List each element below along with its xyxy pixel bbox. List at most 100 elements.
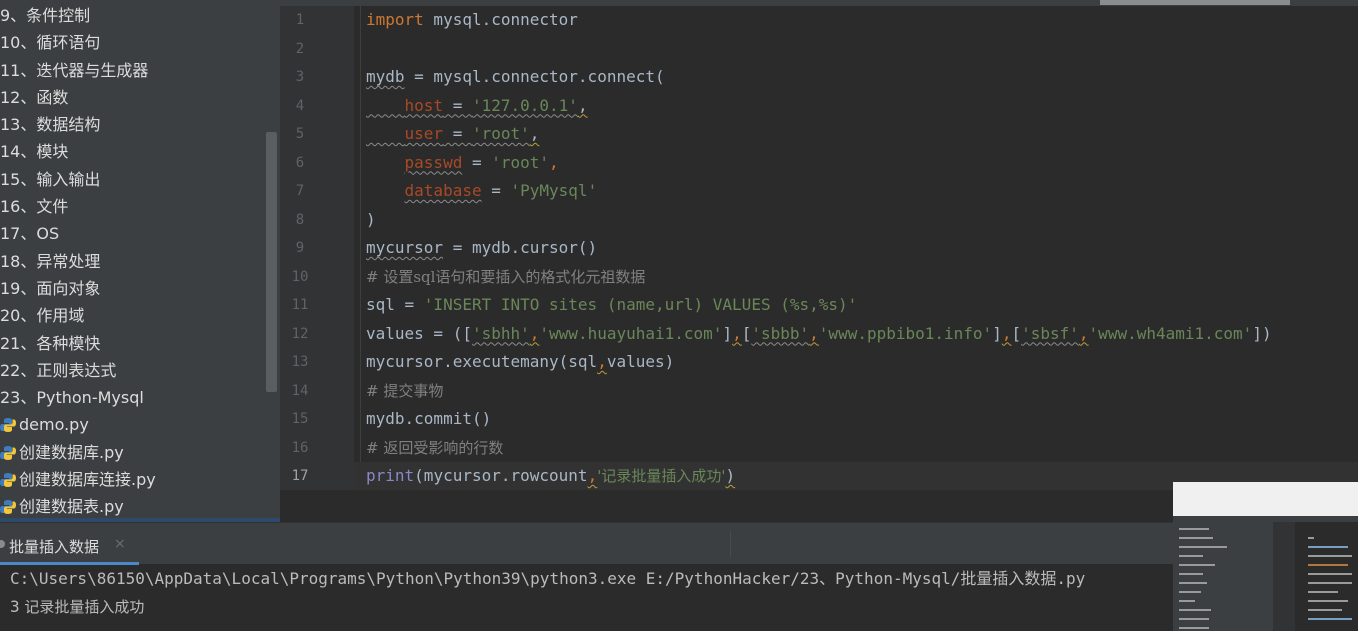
line-number: 14 <box>291 382 309 399</box>
tree-item-folder[interactable]: 14、模块 <box>0 138 265 165</box>
code-line-14[interactable]: # 提交事物 <box>366 377 443 406</box>
code-line-15[interactable]: mydb.commit() <box>366 405 491 434</box>
tree-item-label: 16、文件 <box>0 197 69 217</box>
string-literal: '127.0.0.1' <box>471 95 578 115</box>
thumbnail-line <box>1179 564 1215 566</box>
thumbnail-line <box>1308 618 1352 620</box>
code-line-17[interactable]: print(mycursor.rowcount,'记录批量插入成功') <box>366 462 735 491</box>
code-line-9[interactable]: mycursor = mydb.cursor() <box>366 234 597 263</box>
editor-scroll-thumb[interactable] <box>1100 0 1290 5</box>
code-text: = <box>481 181 511 200</box>
code-line-5[interactable]: user = 'root', <box>366 120 540 149</box>
code-line-11[interactable]: sql = 'INSERT INTO sites (name,url) VALU… <box>366 291 857 320</box>
string-literal: 'www.huayuhai1.com' <box>539 323 723 343</box>
tree-item-folder[interactable]: 21、各种模快 <box>0 330 265 357</box>
tree-item-folder[interactable]: 12、函数 <box>0 84 265 111</box>
thumbnail-line <box>1179 555 1203 557</box>
tree-item-folder[interactable]: 22、正则表达式 <box>0 357 265 384</box>
string-literal: 'www.ppbibo1.info' <box>818 323 993 343</box>
code-editor[interactable]: 1 2 3 4 5 6 7 8 9 10 11 12 13 14 15 16 17 import mysql.c… <box>280 0 1358 522</box>
code-line-12[interactable]: values = (['sbhh','www.huayuhai1.com'],[… <box>366 320 1272 349</box>
thumbnail-line <box>1308 582 1352 584</box>
code-text: ) <box>366 209 376 229</box>
code-line-3[interactable]: mydb = mysql.connector.connect( <box>366 63 665 92</box>
param-database: database <box>404 181 482 200</box>
tree-item-folder[interactable]: 17、OS <box>0 220 265 247</box>
run-tab[interactable]: 批量插入数据 × <box>0 523 139 565</box>
thumbnail-line <box>1179 528 1209 530</box>
code-line-6[interactable]: passwd = 'root', <box>366 149 559 178</box>
code-line-7[interactable]: database = 'PyMysql' <box>366 177 598 206</box>
code-text: sql = <box>366 295 424 314</box>
tree-item-file[interactable]: 创建数据库.py <box>0 439 265 466</box>
thumbnail-line <box>1179 546 1227 548</box>
tree-item-label: 创建数据表.py <box>19 497 124 517</box>
code-line-8[interactable]: ) <box>366 206 376 235</box>
tree-item-file[interactable]: 创建数据表.py <box>0 493 265 520</box>
variable-mydb: mydb <box>366 67 405 86</box>
thumbnail-line <box>1308 609 1342 611</box>
code-text: mydb.commit() <box>366 409 492 428</box>
tree-item-file[interactable]: 创建数据库连接.py <box>0 466 265 493</box>
tree-item-label: 19、面向对象 <box>0 278 101 298</box>
line-number: 12 <box>291 325 309 342</box>
thumbnail-titlebar <box>1173 482 1358 516</box>
string-literal: 'www.wh4ami1.com' <box>1088 323 1253 343</box>
tree-item-label: 18、异常处理 <box>0 251 101 271</box>
output-message: 记录批量插入成功 <box>19 598 145 616</box>
thumbnail-line <box>1179 537 1213 539</box>
python-file-icon <box>0 500 16 515</box>
tree-item-folder[interactable]: 20、作用域 <box>0 302 265 329</box>
code-comment: # 返回受影响的行数 <box>366 438 504 457</box>
tree-item-folder[interactable]: 23、Python-Mysql <box>0 384 265 411</box>
line-number: 17 <box>291 468 309 484</box>
code-text: (mycursor.rowcount <box>414 466 588 485</box>
line-number: 11 <box>291 297 309 313</box>
code-text: = <box>462 152 492 172</box>
param-host: host <box>404 95 444 115</box>
tree-item-folder[interactable]: 10、循环语句 <box>0 29 265 56</box>
thumbnail-line <box>1179 573 1203 575</box>
code-line-4[interactable]: host = '127.0.0.1', <box>366 92 588 121</box>
project-tree: 9、条件控制 10、循环语句 11、迭代器与生成器 12、函数 13、数据结构 14、模块… <box>0 2 265 521</box>
sidebar-scrollbar[interactable] <box>266 132 277 392</box>
code-line-13[interactable]: mycursor.executemany(sql,values) <box>366 348 674 377</box>
code-line-10[interactable]: # 设置sql语句和要插入的格式化元祖数据 <box>366 263 645 292</box>
tree-item-label: 20、作用域 <box>0 306 85 326</box>
tree-item-label: 14、模块 <box>0 142 69 162</box>
line-number: 8 <box>295 211 305 228</box>
line-number: 2 <box>295 40 305 57</box>
tree-item-folder[interactable]: 11、迭代器与生成器 <box>0 57 265 84</box>
tree-item-folder[interactable]: 9、条件控制 <box>0 2 265 29</box>
tree-item-file[interactable]: demo.py <box>0 411 265 438</box>
thumbnail-line <box>1308 591 1338 593</box>
thumbnail-line <box>1179 618 1209 620</box>
code-area[interactable]: import mysql.connector mydb = mysql.conn… <box>354 6 1358 491</box>
tree-item-folder[interactable]: 19、面向对象 <box>0 275 265 302</box>
thumbnail-line <box>1308 600 1348 602</box>
tree-item-folder[interactable]: 15、输入输出 <box>0 166 265 193</box>
window-thumbnail-preview[interactable] <box>1173 482 1358 631</box>
thumbnail-line <box>1179 582 1207 584</box>
line-number: 3 <box>295 69 305 85</box>
code-comment: # 设置sql语句和要插入的格式化元祖数据 <box>366 267 646 286</box>
thumbnail-gutter <box>1273 522 1295 631</box>
line-number: 13 <box>291 354 309 370</box>
run-tab-bar: 批量插入数据 × <box>0 522 1358 565</box>
code-line-1[interactable]: import mysql.connector <box>366 6 578 35</box>
tree-item-folder[interactable]: 13、数据结构 <box>0 111 265 138</box>
tree-item-label: 17、OS <box>0 224 60 244</box>
code-text: = mydb.cursor() <box>443 238 598 257</box>
tree-item-folder[interactable]: 18、异常处理 <box>0 248 265 275</box>
keyword-import: import <box>366 10 424 29</box>
close-icon[interactable]: × <box>114 536 126 552</box>
line-number: 10 <box>291 268 309 285</box>
string-literal: 'sbhh' <box>471 323 530 343</box>
thumbnail-line <box>1308 564 1348 566</box>
code-line-16[interactable]: # 返回受影响的行数 <box>366 434 503 463</box>
param-user: user <box>404 124 444 143</box>
thumbnail-line <box>1308 555 1352 557</box>
tree-item-folder[interactable]: 16、文件 <box>0 193 265 220</box>
